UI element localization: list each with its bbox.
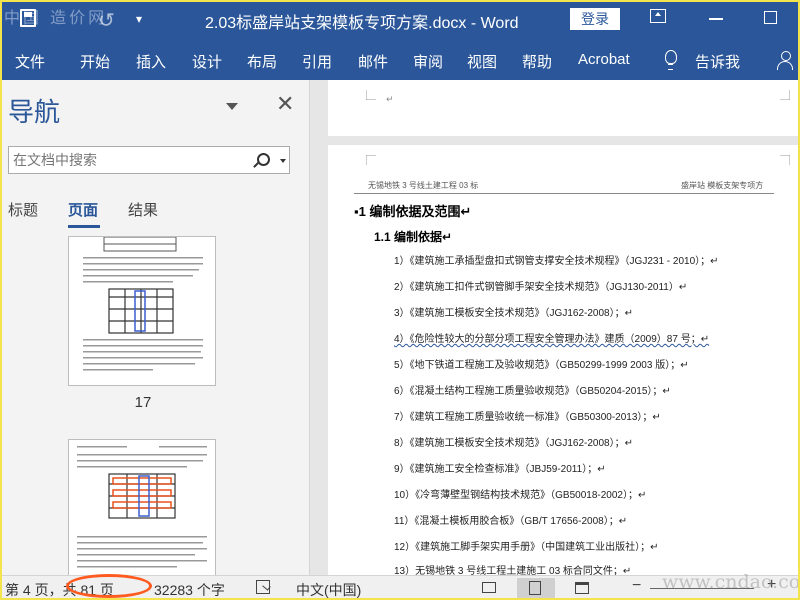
print-layout-button[interactable]	[517, 578, 555, 598]
quick-access-dropdown[interactable]: ▾	[136, 12, 142, 26]
nav-tab-headings[interactable]: 标题	[8, 199, 38, 220]
tell-me-search[interactable]: 告诉我	[695, 51, 740, 72]
nav-tab-results[interactable]: 结果	[128, 199, 158, 220]
list-item: 6）《混凝土结构工程施工质量验收规范》（GB50204-2015）；↵	[394, 386, 671, 397]
list-item: 11）《混凝土模板用胶合板》（GB/T 17656-2008）；↵	[394, 516, 628, 527]
ribbon-display-options-icon[interactable]	[650, 9, 666, 23]
tab-mailings[interactable]: 邮件	[358, 51, 388, 72]
annotation-circle	[66, 574, 152, 598]
list-item: 8）《建筑施工模板安全技术规范》（JGJ162-2008）；↵	[394, 438, 633, 449]
chevron-down-icon[interactable]	[226, 103, 238, 110]
undo-icon[interactable]: ↺	[98, 8, 115, 33]
list-item: 12）《建筑施工脚手架实用手册》（中国建筑工业出版社）；↵	[394, 542, 659, 553]
tab-references[interactable]: 引用	[302, 51, 332, 72]
minimize-icon[interactable]	[709, 18, 723, 20]
corner-mark	[780, 155, 790, 165]
navigation-pane: 导航 ✕ 标题 页面 结果	[0, 80, 310, 579]
login-button[interactable]: 登录	[570, 8, 620, 30]
tab-review[interactable]: 审阅	[413, 51, 443, 72]
search-icon[interactable]	[257, 153, 270, 166]
web-layout-button[interactable]	[563, 578, 601, 598]
web-layout-icon	[575, 582, 589, 594]
title-bar: 中国 造价网 ↺ ▾ 2.03标盛岸站支架模板专项方案.docx - Word …	[0, 0, 800, 38]
tab-file[interactable]: 文件	[15, 51, 45, 72]
heading-2: 1.1 编制依据↵	[374, 230, 453, 244]
list-item: 4）《危险性较大的分部分项工程安全管理办法》建质（2009）87 号；↵	[394, 334, 710, 345]
tab-insert[interactable]: 插入	[136, 51, 166, 72]
list-item: 10）《冷弯薄壁型钢结构技术规范》（GB50018-2002）；↵	[394, 490, 647, 501]
tab-design[interactable]: 设计	[192, 51, 222, 72]
close-icon[interactable]: ✕	[276, 93, 294, 115]
ribbon-tabs: 文件 开始 插入 设计 布局 引用 邮件 审阅 视图 帮助 Acrobat 告诉…	[0, 38, 800, 80]
window-title: 2.03标盛岸站支架模板专项方案.docx - Word	[205, 15, 519, 32]
corner-mark	[366, 90, 376, 100]
watermark-url: www.cndao.com	[662, 571, 800, 593]
page-header-right: 盛岸站 模板支架专项方	[681, 181, 764, 190]
read-mode-icon	[482, 582, 496, 593]
save-icon[interactable]	[20, 9, 36, 27]
list-item: 7）《建筑工程施工质量验收统一标准》（GB50300-2013）；↵	[394, 412, 661, 423]
share-person-icon[interactable]	[777, 51, 793, 71]
list-item: 1）《建筑施工承插型盘扣式钢管支撑安全技术规程》（JGJ231 - 2010）；…	[394, 256, 719, 267]
search-input[interactable]	[9, 147, 253, 173]
corner-mark	[366, 155, 376, 165]
active-tab-indicator	[68, 225, 100, 228]
print-layout-icon	[529, 581, 541, 595]
document-area[interactable]: ↵ 无锡地铁 3 号线土建工程 03 标 盛岸站 模板支架专项方 ▪1 编制依据…	[310, 80, 800, 575]
page-header-left: 无锡地铁 3 号线土建工程 03 标	[368, 181, 479, 190]
tab-home[interactable]: 开始	[80, 51, 110, 72]
list-item: 3）《建筑施工模板安全技术规范》（JGJ162-2008）；↵	[394, 308, 633, 319]
list-item: 5）《地下铁道工程施工及验收规范》（GB50299-1999 2003 版）；↵	[394, 360, 689, 371]
nav-pane-title: 导航	[8, 97, 61, 127]
paragraph-mark: ↵	[386, 94, 394, 104]
nav-tab-pages[interactable]: 页面	[68, 199, 98, 220]
page-thumbnail-drawing	[77, 446, 207, 568]
page-thumbnail-18[interactable]	[68, 439, 216, 579]
tab-acrobat[interactable]: Acrobat	[578, 51, 630, 68]
header-rule	[354, 193, 774, 194]
read-mode-button[interactable]	[470, 578, 508, 598]
page-thumbnail-17[interactable]	[68, 236, 216, 386]
list-item: 2）《建筑施工扣件式钢管脚手架安全技术规范》（JGJ130-2011）↵	[394, 282, 688, 293]
search-options-caret-icon[interactable]	[280, 159, 286, 163]
document-page-previous: ↵	[328, 80, 800, 136]
page-thumbnail-label: 17	[134, 394, 152, 411]
nav-search-box[interactable]	[8, 146, 290, 174]
language-status[interactable]: 中文(中国)	[296, 580, 361, 600]
list-item: 9）《建筑施工安全检查标准》（JBJ59-2011）；↵	[394, 464, 606, 475]
zoom-out-button[interactable]: −	[632, 577, 641, 595]
tab-view[interactable]: 视图	[467, 51, 497, 72]
maximize-icon[interactable]	[764, 11, 777, 24]
corner-mark	[780, 90, 790, 100]
list-item: 13）无锡地铁 3 号线工程土建施工 03 标合同文件；↵	[394, 566, 632, 575]
proofing-icon[interactable]	[256, 580, 270, 594]
lightbulb-icon[interactable]	[665, 50, 677, 70]
word-count-status[interactable]: 32283 个字	[154, 580, 225, 600]
tab-help[interactable]: 帮助	[522, 51, 552, 72]
page-thumbnail-drawing	[83, 237, 203, 371]
heading-1: ▪1 编制依据及范围↵	[354, 204, 472, 219]
tab-layout[interactable]: 布局	[247, 51, 277, 72]
